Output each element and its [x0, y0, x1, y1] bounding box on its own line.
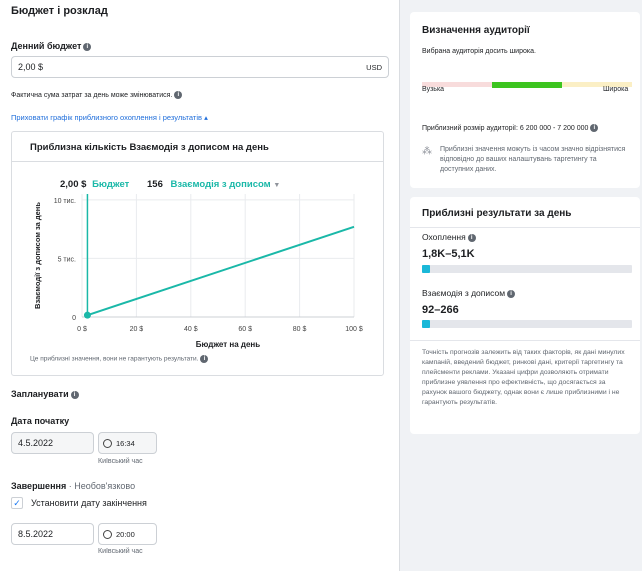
schedule-label-text: Запланувати: [11, 389, 69, 399]
section-title: Бюджет і розклад: [11, 5, 108, 17]
engagement-label-text: Взаємодія з дописом: [422, 288, 506, 298]
daily-results-card: Приблизні результати за день Охоплення i …: [410, 197, 640, 434]
summary-panel: Визначення аудиторії Вибрана аудиторія д…: [400, 0, 642, 571]
daily-budget-value: 2,00 $: [18, 62, 44, 72]
start-time-input[interactable]: 16:34: [98, 432, 157, 454]
check-icon: ✓: [13, 498, 21, 508]
y-tick-label: 10 тис.: [54, 198, 76, 205]
start-date-value: 4.5.2022: [18, 438, 54, 448]
budget-note-text: Фактична сума затрат за день може змінюв…: [11, 91, 173, 99]
info-icon[interactable]: i: [174, 91, 183, 99]
set-end-date-checkbox[interactable]: ✓: [11, 497, 23, 509]
set-end-date-label[interactable]: Установити дату закінчення: [31, 498, 147, 508]
daily-budget-label: Денний бюджет i: [11, 41, 92, 51]
audience-broad-label: Широка: [603, 86, 629, 93]
audience-size: Приблизний розмір аудиторії: 6 200 000 -…: [422, 124, 599, 132]
x-tick-label: 20 $: [130, 326, 144, 333]
engagement-label: Взаємодія з дописом i: [422, 288, 516, 298]
hide-graph-link-text: Приховати графік приблизного охоплення і…: [11, 113, 202, 122]
info-icon[interactable]: i: [467, 233, 476, 242]
end-label-text: Завершення: [11, 481, 67, 491]
x-tick-label: 0 $: [77, 326, 87, 333]
chart-title: Приблизна кількість Взаємодія з дописом …: [30, 142, 269, 153]
chart-caption-text: Це приблизні значення, вони не гарантуют…: [30, 355, 199, 363]
clock-icon: [103, 529, 112, 539]
divider: [410, 227, 640, 228]
engagement-bar: [422, 320, 632, 328]
audience-definition-card: Визначення аудиторії Вибрана аудиторія д…: [410, 12, 640, 188]
clock-icon: [103, 438, 112, 448]
y-axis-label: Взаємодії з дописом за день: [33, 202, 42, 309]
hide-graph-link[interactable]: Приховати графік приблизного охоплення і…: [11, 113, 208, 122]
reach-bar: [422, 265, 632, 273]
results-disclaimer: Точність прогнозів залежить від таких фа…: [422, 349, 625, 406]
sparkle-icon: ⁂: [422, 146, 432, 157]
info-icon[interactable]: i: [590, 124, 599, 132]
reach-label-text: Охоплення: [422, 232, 466, 242]
currency-label: USD: [366, 62, 382, 72]
audience-size-text: Приблизний розмір аудиторії: 6 200 000 -…: [422, 124, 589, 132]
audience-title: Визначення аудиторії: [422, 25, 530, 36]
start-time-value: 16:34: [116, 438, 135, 448]
divider: [410, 340, 640, 341]
end-time-input[interactable]: 20:00: [98, 523, 157, 545]
chevron-up-icon: ▴: [204, 113, 208, 122]
budget-marker-point: [83, 311, 91, 319]
engagement-bar-fill: [422, 320, 431, 328]
y-tick-label: 5 тис.: [58, 256, 76, 263]
chart-caption: Це приблизні значення, вони не гарантуют…: [30, 355, 209, 363]
schedule-label: Запланувати i: [11, 389, 79, 399]
info-icon[interactable]: i: [70, 390, 79, 399]
start-date-input[interactable]: 4.5.2022: [11, 432, 94, 454]
x-tick-label: 40 $: [184, 326, 198, 333]
budget-schedule-panel: Бюджет і розклад Денний бюджет i 2,00 $ U…: [0, 0, 400, 571]
info-icon[interactable]: i: [200, 355, 209, 363]
end-label: Завершення · Необов'язково: [11, 481, 135, 491]
x-tick-label: 60 $: [238, 326, 252, 333]
end-date-value: 8.5.2022: [18, 529, 54, 539]
daily-budget-label-text: Денний бюджет: [11, 41, 82, 51]
budget-note: Фактична сума затрат за день може змінюв…: [11, 91, 183, 99]
reach-value: 1,8K–5,1K: [422, 248, 475, 260]
audience-note: Приблизні значення можуть із часом значн…: [440, 146, 626, 173]
start-timezone: Київський час: [98, 458, 143, 465]
x-tick-label: 80 $: [293, 326, 307, 333]
start-date-label: Дата початку: [11, 416, 70, 426]
audience-meter-current: [492, 82, 562, 88]
end-time-value: 20:00: [116, 529, 135, 539]
info-icon[interactable]: i: [83, 42, 92, 51]
engagement-value: 92–266: [422, 304, 459, 316]
audience-status: Вибрана аудиторія досить широка.: [422, 48, 536, 55]
estimate-chart-card: Приблизна кількість Взаємодія з дописом …: [11, 131, 384, 376]
reach-bar-fill: [422, 265, 431, 273]
y-tick-label: 0: [72, 315, 76, 322]
end-timezone: Київський час: [98, 548, 143, 555]
results-title: Приблизні результати за день: [422, 208, 572, 219]
series-line: [87, 225, 355, 317]
end-date-input[interactable]: 8.5.2022: [11, 523, 94, 545]
end-optional: · Необов'язково: [68, 481, 136, 491]
reach-label: Охоплення i: [422, 232, 476, 242]
x-axis-label: Бюджет на день: [196, 340, 260, 349]
line-chart: 0 $ 20 $ 40 $ 60 $ 80 $ 100 $ 0 5 тис. 10 тис. Бю…: [33, 194, 363, 349]
audience-narrow-label: Вузька: [422, 86, 445, 93]
info-icon[interactable]: i: [507, 289, 516, 298]
x-tick-label: 100 $: [345, 326, 363, 333]
daily-budget-input[interactable]: 2,00 $ USD: [11, 56, 389, 78]
